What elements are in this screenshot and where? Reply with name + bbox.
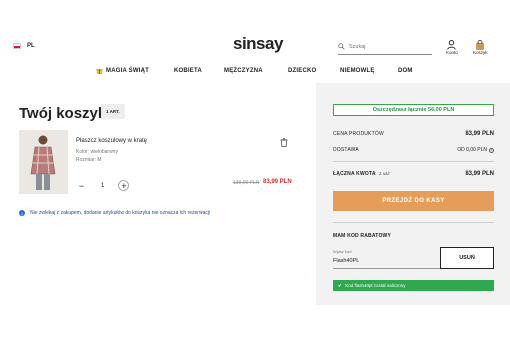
product-attributes: Kolor: wielobarwny Rozmiar: M (76, 148, 118, 164)
nav-label: NIEMOWLĘ (340, 67, 375, 74)
info-circle-icon[interactable]: i (489, 147, 494, 153)
nav-item-dziecko[interactable]: DZIECKO (288, 67, 340, 74)
total-label: ŁĄCZNA KWOTA (333, 171, 376, 177)
discount-heading: MAM KOD RABATOWY (333, 233, 392, 239)
main-navigation: MAGIA ŚWIĄT KOBIETA MĘŻCZYZNA DZIECKO NI… (96, 67, 428, 74)
page-title: Twój koszyk (19, 105, 107, 122)
language-label: PL (27, 43, 35, 49)
nav-label: DOM (398, 67, 413, 74)
reservation-notice: i Nie zwlekaj z zakupem, dodanie artykuł… (19, 210, 210, 216)
nav-label: MAGIA ŚWIĄT (106, 67, 149, 74)
increase-quantity-button[interactable]: + (118, 180, 130, 191)
nav-item-mezczyzna[interactable]: MĘŻCZYZNA (224, 67, 288, 74)
original-price: 139,99 PLN (233, 180, 260, 186)
delivery-label: DOSTAWA (333, 147, 359, 153)
summary-divider (333, 161, 494, 162)
nav-label: DZIECKO (288, 67, 317, 74)
checkout-button[interactable]: PRZEJDŹ DO KASY (333, 191, 494, 211)
discount-field-label: Wpisz kod (333, 249, 352, 254)
sinsay-logo[interactable]: sinsay (233, 34, 283, 54)
product-size: Rozmiar: M (76, 157, 102, 163)
total-label-wrap: ŁĄCZNA KWOTA Z VAT (333, 171, 390, 177)
search-bar[interactable] (338, 39, 432, 55)
total-vat-label: Z VAT (379, 172, 391, 176)
remove-item-button[interactable] (280, 134, 288, 152)
products-price-row: CENA PRODUKTÓW 83,99 PLN (333, 131, 494, 137)
check-icon: ✔ (338, 282, 343, 289)
nav-item-niemowle[interactable]: NIEMOWLĘ (340, 67, 398, 74)
products-price-label: CENA PRODUKTÓW (333, 131, 384, 137)
nav-label: KOBIETA (174, 67, 202, 74)
product-image[interactable] (19, 130, 68, 194)
remove-discount-button[interactable]: USUŃ (440, 247, 494, 269)
decrease-quantity-button[interactable]: − (76, 180, 87, 191)
nav-item-kobieta[interactable]: KOBIETA (174, 67, 224, 74)
search-input[interactable] (349, 43, 419, 50)
summary-divider (333, 222, 494, 223)
language-selector[interactable]: PL (13, 43, 35, 49)
quantity-value: 1 (101, 182, 105, 189)
product-color: Kolor: wielobarwny (76, 149, 118, 155)
discount-success-text: Kod flash40pl został naliczony (345, 283, 406, 288)
search-icon (338, 43, 345, 50)
total-value: 83,99 PLN (465, 171, 494, 177)
trash-icon (280, 138, 288, 147)
product-name[interactable]: Płaszcz koszulowy w kratę (76, 138, 147, 144)
info-icon: i (19, 210, 25, 216)
total-row: ŁĄCZNA KWOTA Z VAT 83,99 PLN (333, 171, 494, 177)
delivery-row: DOSTAWA OD 0,00 PLN i (333, 147, 494, 153)
sale-price: 83,99 PLN (263, 179, 292, 185)
account-button[interactable]: Konto (446, 40, 458, 55)
discount-code-field[interactable]: Wpisz kod Flash40PL (333, 247, 443, 269)
account-label: Konto (446, 50, 458, 55)
cart-label: Koszyk (473, 50, 488, 55)
delivery-value: OD 0,00 PLN (457, 147, 487, 153)
user-icon (447, 40, 457, 50)
logo-text: sinsay (233, 34, 283, 53)
cart-count-badge: 1 ART. (101, 104, 125, 119)
gift-icon (96, 69, 103, 74)
delivery-value-wrap: OD 0,00 PLN i (457, 147, 494, 153)
nav-item-dom[interactable]: DOM (398, 67, 428, 74)
products-price-value: 83,99 PLN (465, 131, 494, 137)
poland-flag-icon (13, 43, 21, 49)
reservation-notice-text: Nie zwlekaj z zakupem, dodanie artykułów… (30, 210, 211, 216)
savings-banner: Oszczędzasz łącznie 56,00 PLN (333, 104, 494, 116)
cart-button[interactable]: Koszyk (473, 40, 488, 55)
discount-field-value[interactable]: Flash40PL (333, 258, 359, 264)
nav-label: MĘŻCZYZNA (224, 67, 263, 74)
coat-model-illustration (19, 130, 68, 194)
quantity-stepper: − 1 + (76, 180, 130, 191)
discount-success-banner: ✔ Kod flash40pl został naliczony (333, 280, 494, 291)
shopping-bag-icon (476, 40, 485, 50)
order-summary-panel: Oszczędzasz łącznie 56,00 PLN CENA PRODU… (316, 83, 510, 305)
nav-item-magia-swiat[interactable]: MAGIA ŚWIĄT (96, 67, 174, 74)
